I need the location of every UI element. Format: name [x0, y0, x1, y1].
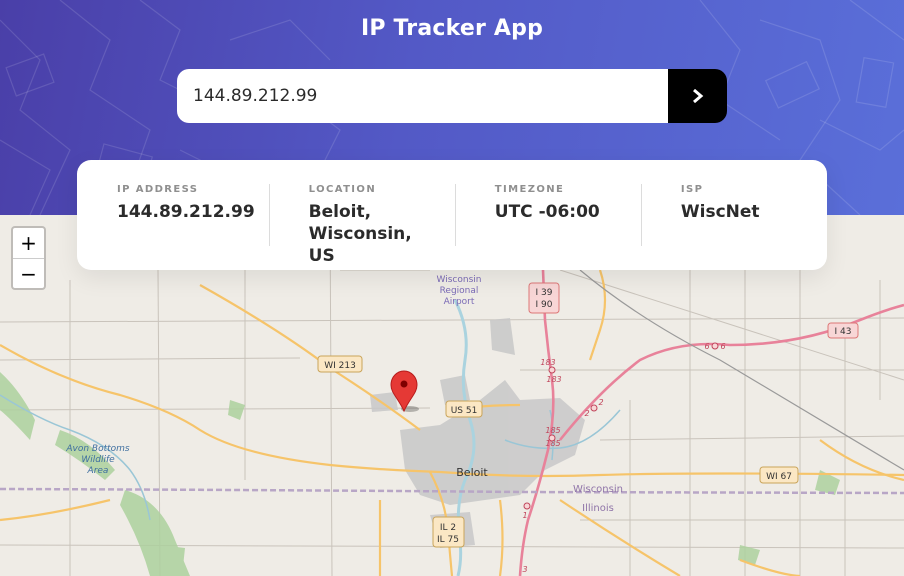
avon-label-1: Avon Bottoms: [65, 444, 130, 454]
exit-183a: 183: [540, 358, 555, 367]
airport-label-1: Wisconsin: [437, 275, 482, 285]
timezone-section: TIMEZONE UTC -06:00: [454, 160, 641, 270]
chevron-right-icon: [692, 89, 703, 103]
exit-6b: 6: [720, 342, 725, 351]
city-label-beloit: Beloit: [456, 466, 488, 479]
isp-section: ISP WiscNet: [640, 160, 827, 270]
zoom-in-button[interactable]: +: [13, 228, 44, 258]
airport-label-2: Regional: [440, 286, 479, 296]
location-region: Wisconsin, US: [308, 224, 412, 266]
timezone-value: UTC -06:00: [494, 202, 600, 222]
shield-il2: IL 2: [440, 523, 456, 533]
exit-6a: 6: [704, 342, 709, 351]
ip-info-card: IP ADDRESS 144.89.212.99 LOCATION Beloit…: [77, 160, 827, 270]
zoom-control: + −: [11, 226, 46, 290]
shield-i39: I 39: [536, 288, 553, 298]
ip-address-section: IP ADDRESS 144.89.212.99: [77, 160, 269, 270]
search-form: [177, 69, 727, 123]
ip-search-input[interactable]: [177, 69, 668, 123]
exit-2a: 2: [598, 398, 603, 407]
location-label: LOCATION: [308, 184, 377, 195]
isp-label: ISP: [680, 184, 704, 195]
isp-value: WiscNet: [680, 202, 760, 222]
state-label-illinois: Illinois: [582, 503, 614, 514]
timezone-label: TIMEZONE: [494, 184, 565, 195]
exit-3: 3: [522, 565, 527, 574]
exit-2b: 2: [584, 409, 589, 418]
zoom-out-button[interactable]: −: [13, 258, 44, 288]
shield-wi213: WI 213: [324, 361, 356, 371]
shield-i43: I 43: [835, 327, 852, 337]
shield-us51: US 51: [451, 406, 478, 416]
state-label-wisconsin: Wisconsin: [573, 484, 623, 495]
search-submit-button[interactable]: [668, 69, 727, 123]
shield-wi67: WI 67: [766, 472, 792, 482]
exit-185a: 185: [545, 426, 560, 435]
location-city: Beloit,: [308, 202, 372, 222]
app-title: IP Tracker App: [360, 16, 544, 41]
avon-label-3: Area: [87, 466, 109, 476]
shield-i90: I 90: [536, 300, 553, 310]
location-value: Beloit, Wisconsin, US: [309, 201, 441, 267]
exit-183b: 183: [546, 375, 561, 384]
shield-il75: IL 75: [437, 535, 459, 545]
location-section: LOCATION Beloit, Wisconsin, US: [268, 160, 455, 270]
ip-address-label: IP ADDRESS: [117, 184, 199, 195]
exit-1: 1: [522, 511, 527, 520]
airport-label-3: Airport: [444, 297, 475, 307]
ip-address-value: 144.89.212.99: [117, 202, 255, 222]
avon-label-2: Wildlife: [81, 455, 115, 465]
